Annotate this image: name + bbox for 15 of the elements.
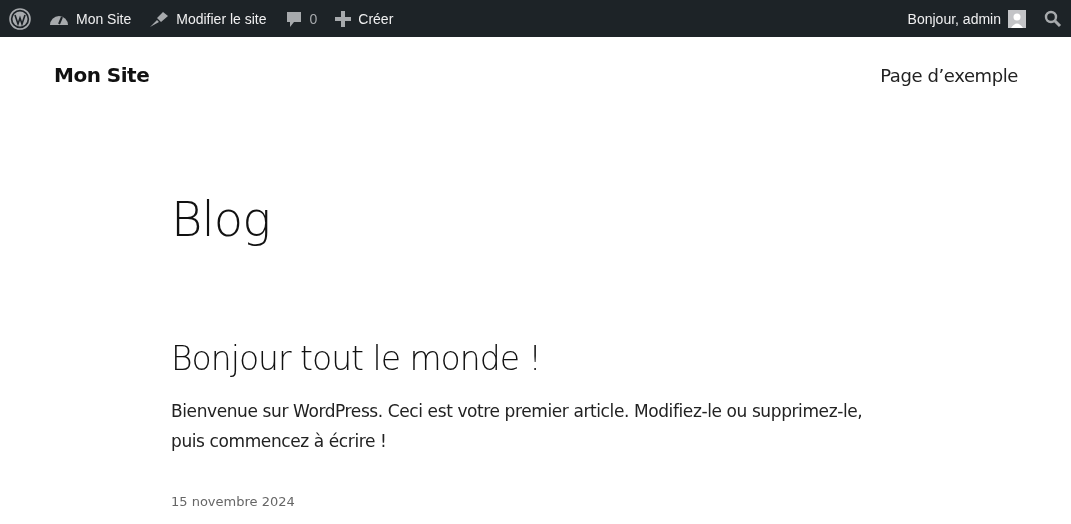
page-title: Blog (171, 191, 271, 247)
avatar-icon (1008, 9, 1026, 28)
post-date: 15 novembre 2024 (171, 494, 296, 509)
nav-link[interactable]: Page d’exemple (880, 64, 1018, 86)
admin-bar-item[interactable]: Modifier le site (146, 2, 270, 35)
admin-bar-item[interactable]: 0 (281, 2, 321, 35)
account-menu[interactable]: Bonjour, admin (904, 2, 1029, 35)
site-title[interactable]: Mon Site (54, 63, 150, 87)
admin-bar-item[interactable]: Créer (332, 2, 397, 35)
brush-icon (149, 9, 170, 28)
post-title[interactable]: Bonjour tout le monde ! (171, 339, 1071, 378)
post-excerpt: Bienvenue sur WordPress. Ceci est votre premier article. Modifiez-le ou supprimez-le, puis commencez à écrire ! (171, 400, 864, 453)
comment-icon (284, 9, 303, 28)
plus-icon (335, 10, 352, 27)
admin-bar-item[interactable]: Mon Site (46, 2, 135, 35)
